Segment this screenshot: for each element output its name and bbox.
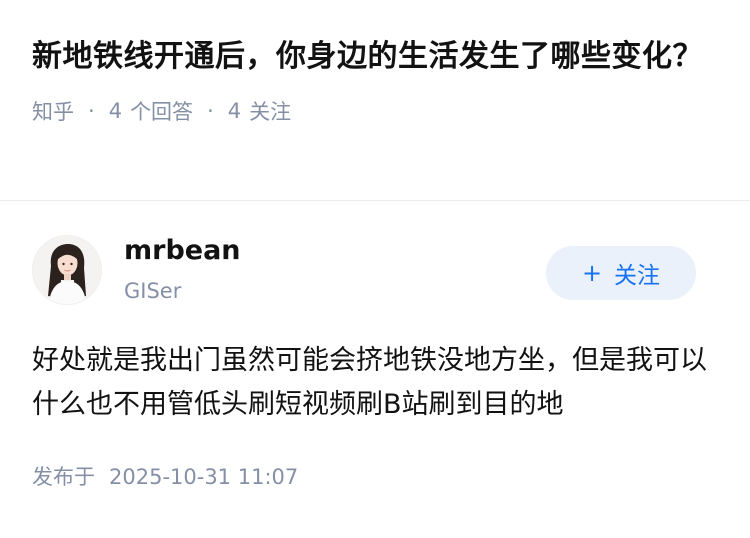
answer-page: 新地铁线开通后，你身边的生活发生了哪些变化？ 知乎 · 4 个回答 · 4 关注: [0, 0, 750, 538]
meta-separator: ·: [88, 99, 95, 123]
author-name[interactable]: mrbean: [124, 235, 241, 266]
author-avatar[interactable]: [32, 235, 102, 305]
published-label: 发布于: [32, 465, 95, 489]
published-time: 2025-10-31 11:07: [109, 465, 299, 489]
follow-button-label: 关注: [614, 263, 661, 289]
author-bio: GISer: [124, 279, 182, 303]
answer-count-label: 个回答: [130, 100, 194, 124]
avatar-photo-icon: [33, 236, 101, 304]
follow-count: 4: [227, 99, 242, 123]
meta-separator: ·: [207, 99, 214, 123]
question-meta: 知乎 · 4 个回答 · 4 关注: [32, 96, 718, 126]
author-row: mrbean GISer + 关注: [32, 201, 718, 309]
source-label[interactable]: 知乎: [32, 96, 74, 126]
question-title[interactable]: 新地铁线开通后，你身边的生活发生了哪些变化？: [32, 32, 718, 82]
answer-publish-time: 发布于 2025-10-31 11:07: [32, 461, 718, 491]
answer-count: 4: [108, 99, 123, 123]
follow-button[interactable]: + 关注: [546, 246, 696, 300]
answer-card: mrbean GISer + 关注 好处就是我出门虽然可能会挤地铁没地方坐，但是…: [0, 201, 750, 491]
plus-icon: +: [581, 259, 603, 287]
answer-content[interactable]: 好处就是我出门虽然可能会挤地铁没地方坐，但是我可以什么也不用管低头刷短视频刷B站…: [32, 339, 718, 427]
follow-count-label: 关注: [249, 100, 292, 124]
question-header: 新地铁线开通后，你身边的生活发生了哪些变化？ 知乎 · 4 个回答 · 4 关注: [0, 0, 750, 170]
